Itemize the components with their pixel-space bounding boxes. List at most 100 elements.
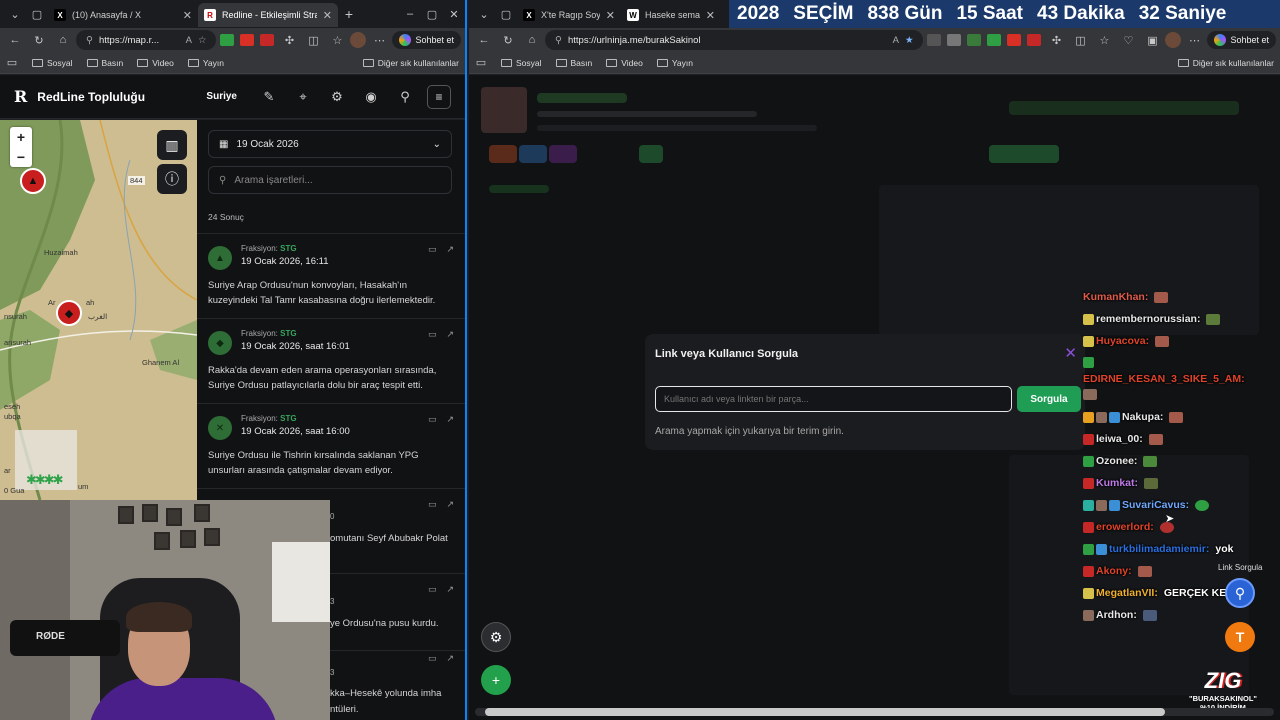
tag-icon[interactable]: ✎ xyxy=(257,85,281,109)
video-icon[interactable]: ▭ xyxy=(428,414,437,440)
external-link-icon[interactable]: ↗ xyxy=(446,499,454,510)
extension-icon[interactable] xyxy=(927,34,942,46)
extension-icon[interactable] xyxy=(987,34,1002,46)
star-icon[interactable]: ☆ xyxy=(198,35,207,46)
extensions-puzzle-icon[interactable]: ✣ xyxy=(278,29,300,51)
map-info-button[interactable]: ⓘ xyxy=(157,164,187,194)
extension-icon[interactable] xyxy=(220,34,235,46)
date-selector[interactable]: ▦ 19 Ocak 2026 ⌄ xyxy=(208,130,452,158)
split-screen-icon[interactable]: ◫ xyxy=(302,29,324,51)
event-item[interactable]: ◆ Fraksiyon: STG 19 Ocak 2026, saat 16:0… xyxy=(197,318,465,403)
maximize-icon[interactable]: ▢ xyxy=(421,3,443,25)
tab-x-post[interactable]: X X'te Ragıp Soylu: " ✕ xyxy=(517,3,621,27)
event-item[interactable]: ▲ Fraksiyon: STG 19 Ocak 2026, 16:11 ▭ ↗ … xyxy=(197,233,465,318)
extension-icon[interactable] xyxy=(947,34,962,46)
external-link-icon[interactable]: ↗ xyxy=(446,244,454,270)
tab-list-icon[interactable]: ⌄ xyxy=(473,3,495,25)
tab-x-home[interactable]: X (10) Anasayfa / X ✕ xyxy=(48,3,198,27)
extensions-puzzle-icon[interactable]: ✣ xyxy=(1045,29,1067,51)
map-view[interactable]: + − ▥ ⓘ ▲ ◆ Huzaimah Ar ah nsurah ansura… xyxy=(0,120,197,500)
extension-icon[interactable] xyxy=(260,34,275,46)
video-icon[interactable]: ▭ xyxy=(428,499,437,510)
address-bar[interactable]: ⚲ https://map.r... A ☆ xyxy=(76,30,217,50)
close-icon[interactable]: ✕ xyxy=(183,9,192,22)
site-info-icon[interactable]: ⚲ xyxy=(86,35,93,46)
video-icon[interactable]: ▭ xyxy=(428,584,437,595)
username-search-input[interactable] xyxy=(655,386,1012,412)
read-aloud-icon[interactable]: A xyxy=(893,35,899,46)
favorites-icon[interactable]: ☆ xyxy=(326,29,348,51)
home-icon[interactable]: ⌂ xyxy=(521,29,543,51)
extension-icon[interactable] xyxy=(240,34,255,46)
dimmed-page-backdrop[interactable]: ⚙ + Link veya Kullanıcı Sorgula ✕ Sorgul… xyxy=(469,75,1280,720)
video-icon[interactable]: ▭ xyxy=(428,329,437,355)
profile-avatar-icon[interactable] xyxy=(350,32,367,48)
video-icon[interactable]: ▭ xyxy=(428,653,437,664)
hamburger-menu-icon[interactable]: ≡ xyxy=(427,84,451,109)
tab-list-icon[interactable]: ⌄ xyxy=(4,3,26,25)
marker-search[interactable]: ⚲ Arama işaretleri... xyxy=(208,166,452,194)
favorites-icon[interactable]: ☆ xyxy=(1093,29,1115,51)
chat-button[interactable]: Sohbet et xyxy=(392,31,461,49)
settings-button[interactable]: ⚙ xyxy=(481,622,511,652)
reading-list-icon[interactable]: ▭ xyxy=(475,52,487,74)
workspaces-icon[interactable]: ▢ xyxy=(26,3,48,25)
split-screen-icon[interactable]: ◫ xyxy=(1069,29,1091,51)
other-bookmarks[interactable]: Diğer sık kullanılanlar xyxy=(362,58,459,68)
close-window-icon[interactable]: ✕ xyxy=(443,3,465,25)
profile-avatar-icon[interactable] xyxy=(1165,32,1182,48)
unit-cluster-icon[interactable]: ✱✱✱✱ xyxy=(26,472,64,488)
more-menu-icon[interactable]: ⋯ xyxy=(1183,29,1205,51)
horizontal-scrollbar[interactable] xyxy=(475,708,1274,716)
minimize-icon[interactable]: – xyxy=(399,3,421,25)
extension-icon[interactable] xyxy=(967,34,982,46)
bookmark-folder[interactable]: Yayın xyxy=(187,58,224,68)
bookmark-folder[interactable]: Video xyxy=(137,58,174,68)
chat-button[interactable]: Sohbet et xyxy=(1207,31,1276,49)
event-item[interactable]: ✕ Fraksiyon: STG 19 Ocak 2026, saat 16:0… xyxy=(197,403,465,488)
external-link-icon[interactable]: ↗ xyxy=(446,329,454,355)
bookmark-folder[interactable]: Basın xyxy=(86,58,123,68)
reading-list-icon[interactable]: ▭ xyxy=(6,52,18,74)
refresh-icon[interactable]: ↻ xyxy=(28,29,50,51)
camera-icon[interactable]: ◉ xyxy=(359,85,383,109)
external-link-icon[interactable]: ↗ xyxy=(446,414,454,440)
extension-icon[interactable] xyxy=(1007,34,1022,46)
country-selector[interactable]: Suriye xyxy=(206,91,237,102)
search-icon[interactable]: ⚲ xyxy=(393,85,417,109)
back-icon[interactable]: ← xyxy=(4,29,26,51)
read-aloud-icon[interactable]: A xyxy=(186,35,192,46)
refresh-icon[interactable]: ↻ xyxy=(497,29,519,51)
close-icon[interactable]: ✕ xyxy=(1064,344,1077,362)
close-icon[interactable]: ✕ xyxy=(323,9,332,22)
address-bar[interactable]: ⚲ https://urlninja.me/burakSakinol A ★ xyxy=(545,30,924,50)
add-user-button[interactable]: + xyxy=(481,665,511,695)
workspaces-icon[interactable]: ▢ xyxy=(495,3,517,25)
gear-icon[interactable]: ⚙ xyxy=(325,85,349,109)
tab-redline[interactable]: R Redline - Etkileşimli Stratejik ✕ xyxy=(198,3,338,27)
bookmark-folder[interactable]: Sosyal xyxy=(32,58,73,68)
extension-icon[interactable] xyxy=(1027,34,1042,46)
link-query-button[interactable]: ⚲ xyxy=(1225,578,1255,608)
map-marker[interactable]: ▲ xyxy=(20,168,46,194)
zoom-out-button[interactable]: − xyxy=(10,147,32,167)
site-info-icon[interactable]: ⚲ xyxy=(555,35,562,46)
location-pin-icon[interactable]: ⌖ xyxy=(291,85,315,109)
bookmark-folder[interactable]: Sosyal xyxy=(501,58,542,68)
home-icon[interactable]: ⌂ xyxy=(52,29,74,51)
more-menu-icon[interactable]: ⋯ xyxy=(368,29,390,51)
external-link-icon[interactable]: ↗ xyxy=(446,584,454,595)
query-button[interactable]: Sorgula xyxy=(1017,386,1081,412)
bookmark-folder[interactable]: Video xyxy=(606,58,643,68)
video-icon[interactable]: ▭ xyxy=(428,244,437,270)
external-link-icon[interactable]: ↗ xyxy=(446,653,454,664)
map-layers-button[interactable]: ▥ xyxy=(157,130,187,160)
browser-essentials-icon[interactable]: ♡ xyxy=(1117,29,1139,51)
star-filled-icon[interactable]: ★ xyxy=(905,35,914,46)
close-icon[interactable]: ✕ xyxy=(606,9,615,22)
back-icon[interactable]: ← xyxy=(473,29,495,51)
collections-icon[interactable]: ▣ xyxy=(1141,29,1163,51)
bookmark-folder[interactable]: Basın xyxy=(555,58,592,68)
new-tab-icon[interactable]: + xyxy=(338,3,360,25)
user-avatar-button[interactable]: T xyxy=(1225,622,1255,652)
